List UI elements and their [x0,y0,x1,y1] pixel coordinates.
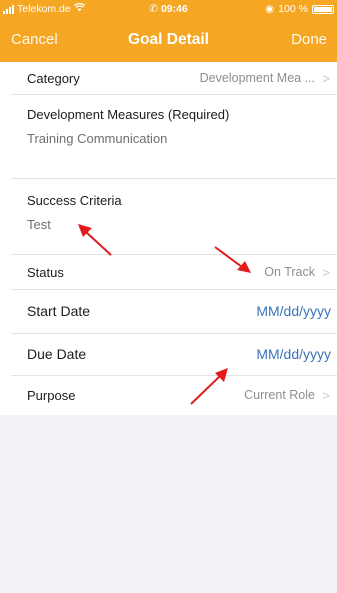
chevron-right-icon: > [322,265,330,280]
phone-icon: ✆ [149,3,159,15]
navigation-bar: Cancel Goal Detail Done [0,18,337,62]
status-bar: Telekom.de ✆ 09:46 ◉ 100 % [0,0,337,18]
success-criteria-row[interactable]: Success Criteria Test [11,179,337,255]
start-date-label: Start Date [27,303,91,319]
status-label: Status [27,265,64,280]
status-time: 09:46 [160,3,188,15]
success-criteria-label: Success Criteria [27,193,122,208]
chevron-right-icon: > [322,388,330,403]
location-icon: ◉ [265,3,275,15]
status-bar-right: ◉ 100 % [265,3,334,15]
purpose-row[interactable]: Purpose Current Role > [11,376,337,415]
development-measures-row[interactable]: Development Measures (Required) Training… [11,95,337,179]
status-value: On Track [264,265,315,279]
due-date-row[interactable]: Due Date MM/dd/yyyy [11,334,337,376]
due-date-label: Due Date [27,346,87,362]
battery-percent: 100 % [278,3,308,15]
purpose-label: Purpose [27,388,76,403]
start-date-row[interactable]: Start Date MM/dd/yyyy [11,290,337,334]
done-button[interactable]: Done [291,31,327,48]
chevron-right-icon: > [322,71,330,86]
category-row[interactable]: Category Development Mea ... > [11,62,337,95]
battery-icon [312,4,334,14]
goal-detail-screen: Telekom.de ✆ 09:46 ◉ 100 % Cancel Goal D… [0,0,337,593]
development-measures-label: Development Measures (Required) [27,107,230,122]
purpose-value: Current Role [244,388,315,402]
empty-area [0,417,337,593]
development-measures-value[interactable]: Training Communication [27,131,167,146]
start-date-field[interactable]: MM/dd/yyyy [256,303,331,319]
page-title: Goal Detail [128,31,209,48]
due-date-field[interactable]: MM/dd/yyyy [256,346,331,362]
goal-form: Category Development Mea ... > Developme… [0,62,337,415]
status-row[interactable]: Status On Track > [11,255,337,290]
category-label: Category [27,71,80,86]
success-criteria-value[interactable]: Test [27,217,51,232]
category-value: Development Mea ... [199,71,315,85]
